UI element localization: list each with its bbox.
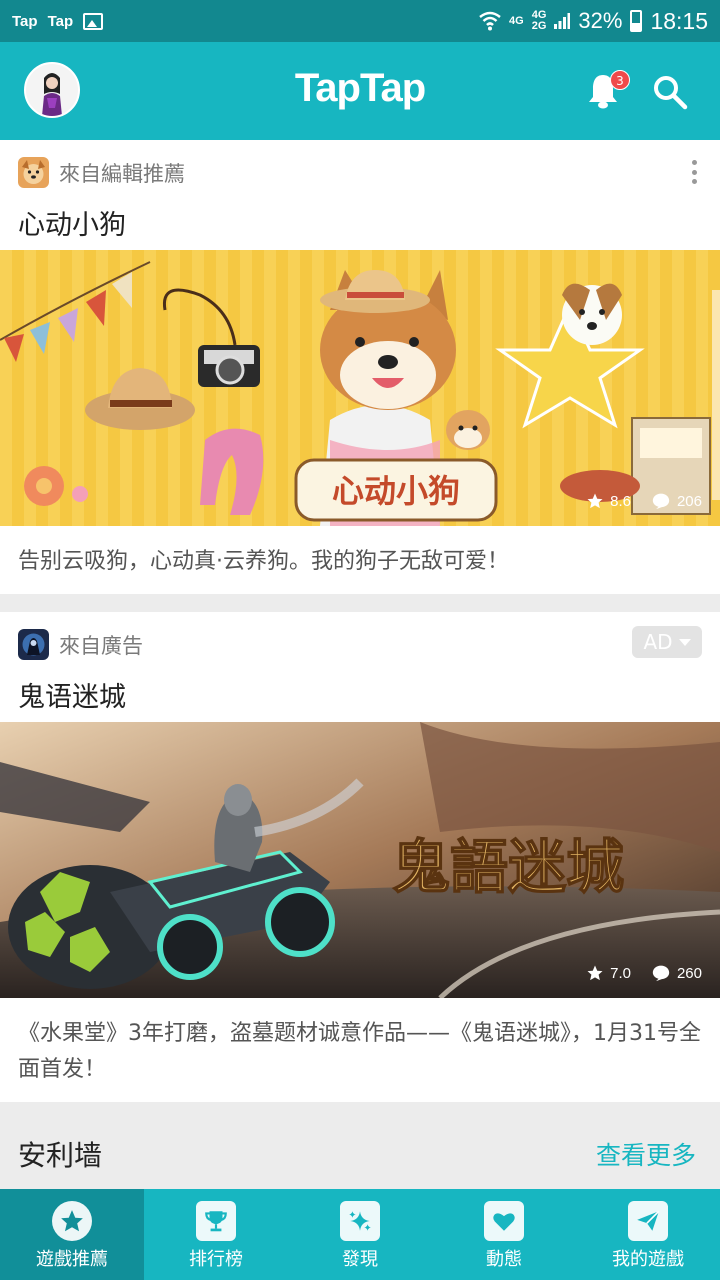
game-stats: 7.0 260 (574, 964, 702, 982)
card-source-label: 來自廣告 (59, 633, 143, 658)
comments: 206 (651, 492, 702, 510)
card-source: 來自廣告 (18, 629, 143, 660)
see-more-link[interactable]: 查看更多 (596, 1136, 696, 1172)
card-source-label: 來自編輯推薦 (59, 161, 185, 186)
signal-icon (554, 13, 571, 29)
game-banner[interactable]: 心动小狗 8.6 206 (0, 250, 720, 526)
rating: 8.6 (586, 492, 631, 510)
comment-count: 206 (676, 492, 702, 510)
nav-label: 遊戲推薦 (36, 1249, 108, 1270)
nav-item-activity[interactable]: 動態 (432, 1189, 576, 1280)
ghost-city-banner-art: 鬼語迷城 (0, 722, 720, 998)
dog-app-icon (18, 157, 49, 188)
game-stats: 8.6 206 (574, 492, 702, 510)
image-icon (83, 12, 104, 30)
search-icon[interactable] (652, 74, 688, 110)
network-type-stack: 4G 2G (532, 10, 547, 32)
status-bar-left: Tap Tap (12, 12, 104, 30)
game-title[interactable]: 鬼语迷城 (18, 675, 126, 714)
star-icon (587, 965, 603, 981)
comments: 260 (651, 964, 702, 982)
nav-label: 排行榜 (189, 1249, 243, 1270)
bottom-nav: 遊戲推薦 排行榜 發現 動態 我的遊戲 (0, 1189, 720, 1280)
status-bar: Tap Tap 4G 4G 2G 32% 18:15 (0, 0, 720, 42)
trophy-icon (196, 1201, 236, 1241)
nav-label: 我的遊戲 (612, 1249, 684, 1270)
network-type: 4G (509, 14, 524, 27)
game-title[interactable]: 心动小狗 (18, 203, 126, 242)
comment-icon (652, 965, 670, 982)
app-header: TapTap 3 (0, 42, 720, 140)
clock: 18:15 (650, 7, 708, 34)
game-description: 《水果堂》3年打磨，盗墓题材诚意作品——《鬼语迷城》，1月31号全面首发！ (18, 1021, 701, 1082)
notification-badge: 3 (610, 70, 630, 90)
comment-count: 260 (676, 964, 702, 982)
star-icon (52, 1201, 92, 1241)
ad-card[interactable]: 來自廣告 AD 鬼语迷城 鬼語迷城 7.0 260 《水果堂》3年打磨，盗墓题材… (0, 612, 720, 1102)
nav-label: 動態 (486, 1249, 522, 1270)
dropdown-arrow-icon (678, 638, 691, 646)
rating-value: 7.0 (610, 964, 631, 982)
rating: 7.0 (586, 964, 631, 982)
notification-app-label: Tap (47, 12, 74, 30)
more-menu-icon[interactable] (682, 158, 706, 186)
battery-icon (630, 10, 643, 32)
recommend-card[interactable]: 來自編輯推薦 心动小狗 心动小狗 8.6 206 告别云吸狗，心动真·云养狗。我… (0, 140, 720, 594)
game-app-icon (18, 629, 49, 660)
section-title: 安利墙 (18, 1139, 103, 1172)
game-description: 告别云吸狗，心动真·云养狗。我的狗子无敌可爱！ (18, 549, 509, 574)
dog-banner-art: 心动小狗 (0, 250, 720, 526)
nav-item-ranking[interactable]: 排行榜 (144, 1189, 288, 1280)
nav-label: 發現 (342, 1249, 378, 1270)
battery-percent: 32% (578, 8, 623, 33)
banner-title-text: 鬼語迷城 (392, 833, 624, 901)
game-banner[interactable]: 鬼語迷城 7.0 260 (0, 722, 720, 998)
send-icon (628, 1201, 668, 1241)
section-header: 安利墙 查看更多 (0, 1120, 720, 1190)
sparkle-icon (340, 1201, 380, 1241)
banner-title-text: 心动小狗 (332, 472, 460, 510)
notification-app-label: Tap (12, 12, 38, 30)
star-icon (587, 493, 603, 509)
rating-value: 8.6 (610, 492, 631, 510)
card-source: 來自編輯推薦 (18, 157, 185, 188)
ad-tag[interactable]: AD (632, 626, 702, 658)
ad-label: AD (643, 630, 673, 654)
heart-icon (484, 1201, 524, 1241)
status-bar-right: 4G 4G 2G 32% 18:15 (479, 8, 708, 35)
network-type: 2G (531, 20, 547, 32)
comment-icon (652, 493, 670, 510)
nav-item-discover[interactable]: 發現 (288, 1189, 432, 1280)
nav-item-my-games[interactable]: 我的遊戲 (576, 1189, 720, 1280)
nav-item-recommend[interactable]: 遊戲推薦 (0, 1189, 144, 1280)
wifi-icon (479, 11, 501, 31)
